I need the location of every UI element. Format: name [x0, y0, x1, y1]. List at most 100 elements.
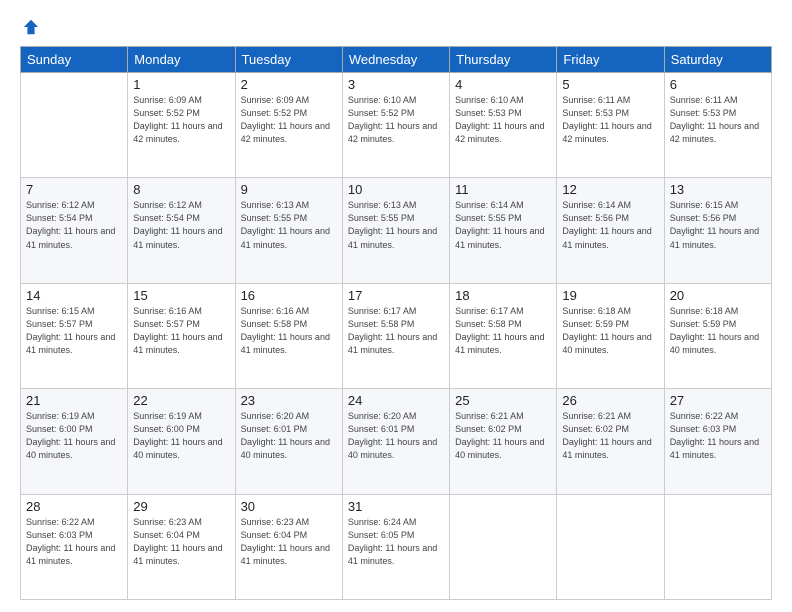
- day-number: 22: [133, 393, 229, 408]
- day-info: Sunrise: 6:23 AM Sunset: 6:04 PM Dayligh…: [133, 516, 229, 568]
- day-info: Sunrise: 6:22 AM Sunset: 6:03 PM Dayligh…: [26, 516, 122, 568]
- calendar-cell: 18 Sunrise: 6:17 AM Sunset: 5:58 PM Dayli…: [450, 283, 557, 388]
- calendar-week-3: 14 Sunrise: 6:15 AM Sunset: 5:57 PM Dayli…: [21, 283, 772, 388]
- day-info: Sunrise: 6:18 AM Sunset: 5:59 PM Dayligh…: [670, 305, 766, 357]
- day-info: Sunrise: 6:13 AM Sunset: 5:55 PM Dayligh…: [241, 199, 337, 251]
- day-info: Sunrise: 6:11 AM Sunset: 5:53 PM Dayligh…: [670, 94, 766, 146]
- day-number: 30: [241, 499, 337, 514]
- day-info: Sunrise: 6:12 AM Sunset: 5:54 PM Dayligh…: [133, 199, 229, 251]
- day-number: 12: [562, 182, 658, 197]
- day-info: Sunrise: 6:10 AM Sunset: 5:52 PM Dayligh…: [348, 94, 444, 146]
- weekday-header-monday: Monday: [128, 47, 235, 73]
- weekday-header-wednesday: Wednesday: [342, 47, 449, 73]
- day-info: Sunrise: 6:17 AM Sunset: 5:58 PM Dayligh…: [455, 305, 551, 357]
- day-info: Sunrise: 6:21 AM Sunset: 6:02 PM Dayligh…: [562, 410, 658, 462]
- day-info: Sunrise: 6:13 AM Sunset: 5:55 PM Dayligh…: [348, 199, 444, 251]
- calendar-cell: 2 Sunrise: 6:09 AM Sunset: 5:52 PM Daylig…: [235, 73, 342, 178]
- calendar: SundayMondayTuesdayWednesdayThursdayFrid…: [20, 46, 772, 600]
- calendar-cell: 29 Sunrise: 6:23 AM Sunset: 6:04 PM Dayli…: [128, 494, 235, 599]
- calendar-cell: 28 Sunrise: 6:22 AM Sunset: 6:03 PM Dayli…: [21, 494, 128, 599]
- calendar-cell: [557, 494, 664, 599]
- day-info: Sunrise: 6:22 AM Sunset: 6:03 PM Dayligh…: [670, 410, 766, 462]
- day-number: 27: [670, 393, 766, 408]
- calendar-cell: 25 Sunrise: 6:21 AM Sunset: 6:02 PM Dayli…: [450, 389, 557, 494]
- calendar-cell: [664, 494, 771, 599]
- day-number: 3: [348, 77, 444, 92]
- day-info: Sunrise: 6:09 AM Sunset: 5:52 PM Dayligh…: [241, 94, 337, 146]
- day-number: 31: [348, 499, 444, 514]
- day-number: 14: [26, 288, 122, 303]
- day-number: 16: [241, 288, 337, 303]
- calendar-cell: 17Sunrise: 6:17 AM Sunset: 5:58 PM Dayli…: [342, 283, 449, 388]
- calendar-cell: [21, 73, 128, 178]
- day-number: 18: [455, 288, 551, 303]
- day-number: 19: [562, 288, 658, 303]
- calendar-cell: 5Sunrise: 6:11 AM Sunset: 5:53 PM Daylig…: [557, 73, 664, 178]
- calendar-cell: 16 Sunrise: 6:16 AM Sunset: 5:58 PM Dayli…: [235, 283, 342, 388]
- day-info: Sunrise: 6:16 AM Sunset: 5:57 PM Dayligh…: [133, 305, 229, 357]
- calendar-cell: 26 Sunrise: 6:21 AM Sunset: 6:02 PM Dayli…: [557, 389, 664, 494]
- weekday-header-sunday: Sunday: [21, 47, 128, 73]
- calendar-cell: 31 Sunrise: 6:24 AM Sunset: 6:05 PM Dayli…: [342, 494, 449, 599]
- calendar-cell: 8 Sunrise: 6:12 AM Sunset: 5:54 PM Daylig…: [128, 178, 235, 283]
- day-info: Sunrise: 6:20 AM Sunset: 6:01 PM Dayligh…: [348, 410, 444, 462]
- calendar-cell: 7 Sunrise: 6:12 AM Sunset: 5:54 PM Daylig…: [21, 178, 128, 283]
- calendar-cell: 13 Sunrise: 6:15 AM Sunset: 5:56 PM Dayli…: [664, 178, 771, 283]
- day-info: Sunrise: 6:09 AM Sunset: 5:52 PM Dayligh…: [133, 94, 229, 146]
- day-number: 29: [133, 499, 229, 514]
- calendar-week-4: 21 Sunrise: 6:19 AM Sunset: 6:00 PM Dayli…: [21, 389, 772, 494]
- logo: [20, 18, 40, 36]
- day-number: 8: [133, 182, 229, 197]
- calendar-cell: 9 Sunrise: 6:13 AM Sunset: 5:55 PM Daylig…: [235, 178, 342, 283]
- calendar-cell: 4 Sunrise: 6:10 AM Sunset: 5:53 PM Daylig…: [450, 73, 557, 178]
- day-number: 5: [562, 77, 658, 92]
- day-number: 4: [455, 77, 551, 92]
- day-info: Sunrise: 6:24 AM Sunset: 6:05 PM Dayligh…: [348, 516, 444, 568]
- calendar-cell: 22 Sunrise: 6:19 AM Sunset: 6:00 PM Dayli…: [128, 389, 235, 494]
- calendar-header-row: SundayMondayTuesdayWednesdayThursdayFrid…: [21, 47, 772, 73]
- calendar-cell: 19 Sunrise: 6:18 AM Sunset: 5:59 PM Dayli…: [557, 283, 664, 388]
- day-number: 21: [26, 393, 122, 408]
- day-info: Sunrise: 6:14 AM Sunset: 5:56 PM Dayligh…: [562, 199, 658, 251]
- day-info: Sunrise: 6:16 AM Sunset: 5:58 PM Dayligh…: [241, 305, 337, 357]
- calendar-cell: 3 Sunrise: 6:10 AM Sunset: 5:52 PM Daylig…: [342, 73, 449, 178]
- day-number: 7: [26, 182, 122, 197]
- day-number: 26: [562, 393, 658, 408]
- day-number: 13: [670, 182, 766, 197]
- calendar-cell: 20Sunrise: 6:18 AM Sunset: 5:59 PM Dayli…: [664, 283, 771, 388]
- day-info: Sunrise: 6:21 AM Sunset: 6:02 PM Dayligh…: [455, 410, 551, 462]
- day-info: Sunrise: 6:17 AM Sunset: 5:58 PM Dayligh…: [348, 305, 444, 357]
- calendar-cell: 27 Sunrise: 6:22 AM Sunset: 6:03 PM Dayli…: [664, 389, 771, 494]
- day-info: Sunrise: 6:20 AM Sunset: 6:01 PM Dayligh…: [241, 410, 337, 462]
- day-number: 28: [26, 499, 122, 514]
- day-number: 25: [455, 393, 551, 408]
- day-number: 9: [241, 182, 337, 197]
- weekday-header-friday: Friday: [557, 47, 664, 73]
- calendar-cell: 12 Sunrise: 6:14 AM Sunset: 5:56 PM Dayli…: [557, 178, 664, 283]
- day-info: Sunrise: 6:19 AM Sunset: 6:00 PM Dayligh…: [133, 410, 229, 462]
- calendar-cell: 23 Sunrise: 6:20 AM Sunset: 6:01 PM Dayli…: [235, 389, 342, 494]
- day-number: 2: [241, 77, 337, 92]
- header: [20, 18, 772, 36]
- day-number: 11: [455, 182, 551, 197]
- day-info: Sunrise: 6:18 AM Sunset: 5:59 PM Dayligh…: [562, 305, 658, 357]
- calendar-cell: 14 Sunrise: 6:15 AM Sunset: 5:57 PM Dayli…: [21, 283, 128, 388]
- day-info: Sunrise: 6:12 AM Sunset: 5:54 PM Dayligh…: [26, 199, 122, 251]
- day-info: Sunrise: 6:19 AM Sunset: 6:00 PM Dayligh…: [26, 410, 122, 462]
- calendar-cell: 6 Sunrise: 6:11 AM Sunset: 5:53 PM Daylig…: [664, 73, 771, 178]
- day-info: Sunrise: 6:15 AM Sunset: 5:57 PM Dayligh…: [26, 305, 122, 357]
- logo-text: [20, 18, 40, 36]
- day-number: 23: [241, 393, 337, 408]
- calendar-week-2: 7 Sunrise: 6:12 AM Sunset: 5:54 PM Daylig…: [21, 178, 772, 283]
- day-number: 15: [133, 288, 229, 303]
- day-info: Sunrise: 6:23 AM Sunset: 6:04 PM Dayligh…: [241, 516, 337, 568]
- page: SundayMondayTuesdayWednesdayThursdayFrid…: [0, 0, 792, 612]
- day-number: 6: [670, 77, 766, 92]
- day-info: Sunrise: 6:15 AM Sunset: 5:56 PM Dayligh…: [670, 199, 766, 251]
- day-number: 24: [348, 393, 444, 408]
- calendar-cell: 11Sunrise: 6:14 AM Sunset: 5:55 PM Dayli…: [450, 178, 557, 283]
- logo-icon: [22, 18, 40, 36]
- day-info: Sunrise: 6:10 AM Sunset: 5:53 PM Dayligh…: [455, 94, 551, 146]
- calendar-cell: 15 Sunrise: 6:16 AM Sunset: 5:57 PM Dayli…: [128, 283, 235, 388]
- calendar-cell: 21 Sunrise: 6:19 AM Sunset: 6:00 PM Dayli…: [21, 389, 128, 494]
